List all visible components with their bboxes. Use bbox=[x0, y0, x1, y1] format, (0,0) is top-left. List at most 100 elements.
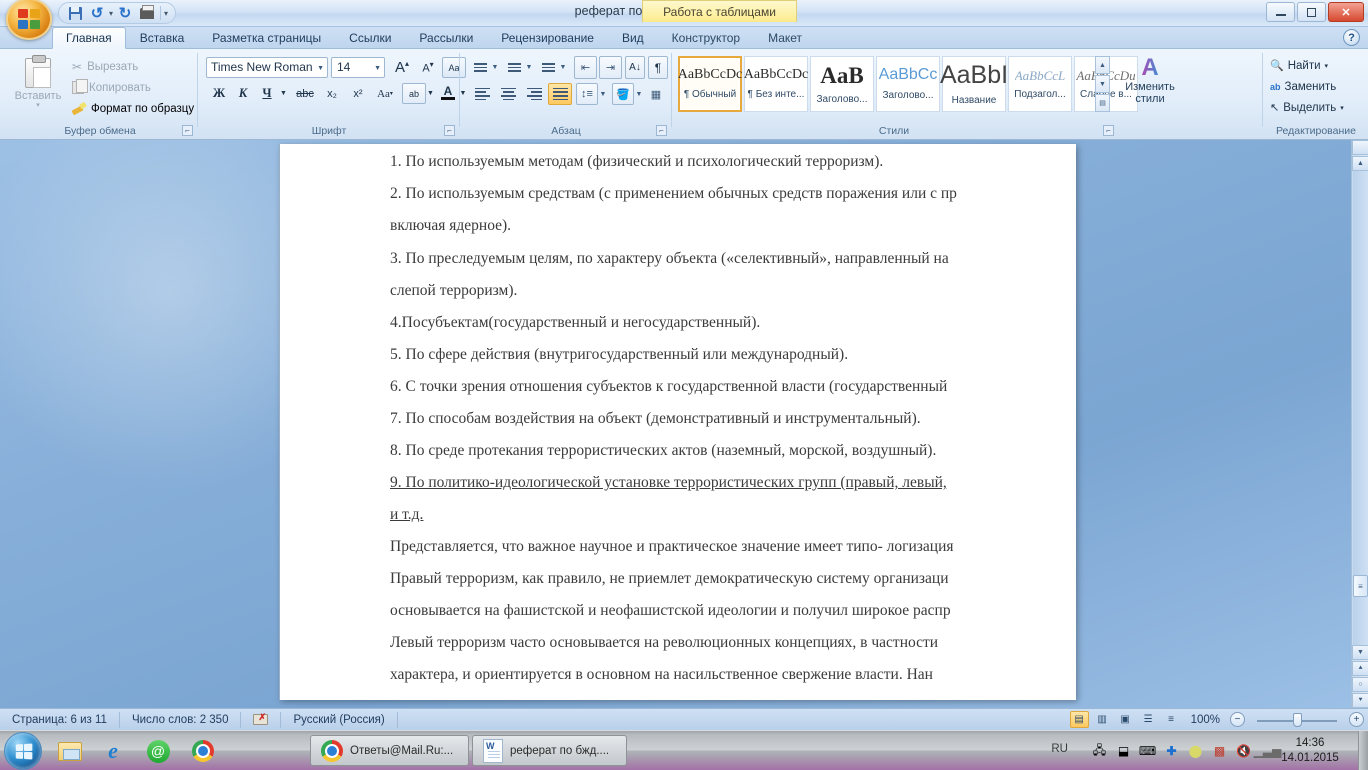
style-item-normal[interactable]: AaBbCcDc ¶ Обычный bbox=[678, 56, 742, 112]
highlight-dropdown[interactable]: ▼ bbox=[425, 83, 436, 104]
replace-button[interactable]: ab Заменить bbox=[1270, 77, 1336, 96]
save-button[interactable] bbox=[65, 4, 85, 22]
start-button[interactable] bbox=[4, 732, 42, 770]
style-item-title[interactable]: AaBbI Название bbox=[942, 56, 1006, 112]
tab-home[interactable]: Главная bbox=[52, 27, 126, 49]
zoom-out-button[interactable]: − bbox=[1230, 712, 1245, 727]
italic-button[interactable]: К bbox=[232, 83, 254, 104]
select-browse-object-top[interactable] bbox=[1352, 140, 1368, 155]
office-button[interactable] bbox=[6, 0, 52, 40]
tab-design[interactable]: Конструктор bbox=[658, 27, 754, 49]
format-painter-button[interactable]: Формат по образцу bbox=[72, 99, 194, 118]
numbering-dropdown[interactable]: ▼ bbox=[524, 57, 534, 78]
customize-qat-icon[interactable]: ▾ bbox=[164, 9, 168, 18]
clipboard-dialog-launcher[interactable]: ⌐ bbox=[182, 125, 193, 136]
help-button[interactable]: ? bbox=[1343, 29, 1360, 46]
select-browse-object-button[interactable]: ○ bbox=[1352, 677, 1368, 692]
paste-button[interactable]: Вставить ▾ bbox=[10, 55, 66, 119]
styles-gallery-scrollbar[interactable]: ▲ ▼ ▤ bbox=[1095, 56, 1110, 112]
shield-icon[interactable]: ⬤ bbox=[1187, 743, 1204, 760]
increase-indent-button[interactable]: ⇥ bbox=[599, 56, 622, 79]
update-icon[interactable]: ⬓ bbox=[1115, 743, 1132, 760]
styles-scroll-up-button[interactable]: ▲ bbox=[1095, 56, 1110, 74]
tab-references[interactable]: Ссылки bbox=[335, 27, 405, 49]
justify-button[interactable] bbox=[548, 83, 572, 105]
style-item-subtitle[interactable]: AaBbCcL Подзагол... bbox=[1008, 56, 1072, 112]
style-item-heading2[interactable]: AaBbCc Заголово... bbox=[876, 56, 940, 112]
antivirus-icon[interactable]: ▩ bbox=[1211, 743, 1228, 760]
network-icon[interactable]: 🖧 bbox=[1091, 743, 1108, 760]
word-count[interactable]: Число слов: 2 350 bbox=[120, 712, 242, 728]
view-full-screen-reading-button[interactable]: ▥ bbox=[1093, 711, 1112, 728]
show-formatting-marks-button[interactable]: ¶ bbox=[648, 56, 668, 79]
volume-muted-icon[interactable]: 🔇 bbox=[1235, 743, 1252, 760]
document-page[interactable]: 1. По используемым методам (физический и… bbox=[279, 144, 1076, 700]
paragraph-dialog-launcher[interactable]: ⌐ bbox=[656, 125, 667, 136]
shading-dropdown[interactable]: ▼ bbox=[634, 83, 644, 105]
tab-review[interactable]: Рецензирование bbox=[487, 27, 608, 49]
language-indicator[interactable]: Русский (Россия) bbox=[281, 712, 397, 728]
tab-insert[interactable]: Вставка bbox=[126, 27, 199, 49]
cut-button[interactable]: ✂ Вырезать bbox=[72, 57, 138, 76]
highlight-button[interactable]: ab bbox=[402, 83, 426, 104]
find-button[interactable]: 🔍 Найти ▾ bbox=[1270, 56, 1328, 75]
tab-view[interactable]: Вид bbox=[608, 27, 658, 49]
scroll-down-button[interactable]: ▼ bbox=[1352, 645, 1368, 660]
tab-page-layout[interactable]: Разметка страницы bbox=[198, 27, 335, 49]
styles-dialog-launcher[interactable]: ⌐ bbox=[1103, 125, 1114, 136]
align-left-button[interactable] bbox=[470, 83, 494, 105]
bullets-button[interactable] bbox=[470, 57, 491, 78]
bluetooth-icon[interactable]: ✚ bbox=[1163, 743, 1180, 760]
taskbar-whatsapp-button[interactable]: @ bbox=[143, 736, 173, 766]
taskbar-task-chrome[interactable]: Ответы@Mail.Ru:... bbox=[310, 735, 469, 766]
zoom-handle[interactable] bbox=[1293, 713, 1302, 727]
borders-button[interactable]: ▦ bbox=[646, 83, 666, 105]
underline-button[interactable]: Ч bbox=[256, 83, 278, 104]
page-indicator[interactable]: Страница: 6 из 11 bbox=[0, 712, 120, 728]
grow-font-button[interactable]: A▴ bbox=[390, 57, 414, 78]
change-case-button[interactable]: Aa▾ bbox=[372, 83, 398, 104]
style-item-no-spacing[interactable]: AaBbCcDc ¶ Без инте... bbox=[744, 56, 808, 112]
view-print-layout-button[interactable]: ▤ bbox=[1070, 711, 1089, 728]
font-color-button[interactable]: A bbox=[438, 81, 458, 104]
undo-button[interactable]: ↺ bbox=[87, 4, 107, 22]
tab-mailings[interactable]: Рассылки bbox=[405, 27, 487, 49]
line-spacing-button[interactable]: ↕≡ bbox=[576, 83, 598, 105]
underline-dropdown[interactable]: ▼ bbox=[278, 83, 289, 104]
minimize-button[interactable] bbox=[1266, 2, 1295, 22]
print-button[interactable] bbox=[137, 4, 157, 22]
close-button[interactable]: ✕ bbox=[1328, 2, 1364, 22]
align-right-button[interactable] bbox=[522, 83, 546, 105]
style-item-heading1[interactable]: AaB Заголово... bbox=[810, 56, 874, 112]
decrease-indent-button[interactable]: ⇤ bbox=[574, 56, 597, 79]
subscript-button[interactable]: x₂ bbox=[320, 83, 344, 104]
clock[interactable]: 14:36 14.01.2015 bbox=[1274, 736, 1346, 766]
restore-button[interactable] bbox=[1297, 2, 1326, 22]
zoom-percent-label[interactable]: 100% bbox=[1185, 714, 1226, 726]
copy-button[interactable]: Копировать bbox=[72, 78, 151, 97]
styles-more-button[interactable]: ▤ bbox=[1095, 94, 1110, 112]
view-draft-button[interactable]: ≡ bbox=[1162, 711, 1181, 728]
view-web-layout-button[interactable]: ▣ bbox=[1116, 711, 1135, 728]
previous-page-button[interactable]: ⯅ bbox=[1352, 661, 1368, 676]
select-button[interactable]: ↖ Выделить ▾ bbox=[1270, 98, 1344, 117]
show-desktop-button[interactable] bbox=[1358, 731, 1368, 770]
superscript-button[interactable]: x² bbox=[346, 83, 370, 104]
tab-layout[interactable]: Макет bbox=[754, 27, 816, 49]
strikethrough-button[interactable]: abc bbox=[292, 83, 318, 104]
scroll-up-button[interactable]: ▲ bbox=[1352, 156, 1368, 171]
vertical-scrollbar[interactable]: ▲ ≡ ▼ ⯅ ○ ⯆ bbox=[1351, 140, 1368, 708]
scroll-thumb[interactable]: ≡ bbox=[1353, 575, 1368, 597]
shrink-font-button[interactable]: A▾ bbox=[416, 57, 440, 78]
multilevel-list-button[interactable] bbox=[538, 57, 559, 78]
shading-button[interactable]: 🪣 bbox=[612, 83, 634, 105]
redo-button[interactable]: ↻ bbox=[115, 4, 135, 22]
proofing-status[interactable] bbox=[241, 712, 281, 728]
document-text[interactable]: 1. По используемым методам (физический и… bbox=[390, 146, 1076, 691]
taskbar-task-word[interactable]: реферат по бжд.... bbox=[472, 735, 627, 766]
line-spacing-dropdown[interactable]: ▼ bbox=[598, 83, 608, 105]
taskbar-ie-button[interactable]: e bbox=[98, 736, 128, 766]
taskbar-chrome-button[interactable] bbox=[188, 736, 218, 766]
change-styles-button[interactable]: A Изменить стили bbox=[1114, 55, 1186, 117]
numbering-button[interactable] bbox=[504, 57, 525, 78]
